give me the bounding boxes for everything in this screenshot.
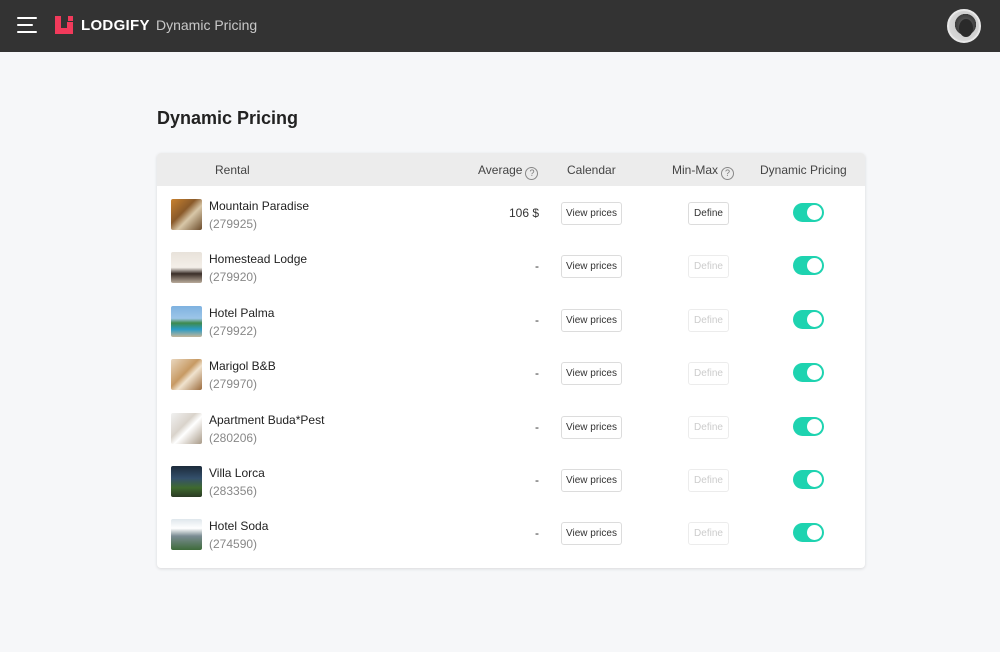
header-average: Average? [478, 163, 539, 180]
view-prices-button[interactable]: View prices [561, 202, 622, 225]
rental-id: (274590) [209, 537, 258, 552]
view-prices-button[interactable]: View prices [561, 469, 622, 492]
menu-icon[interactable] [17, 17, 37, 33]
toggle-knob [807, 311, 822, 327]
header-rental: Rental [215, 163, 250, 177]
average-price: - [535, 473, 539, 487]
table-row: Marigol B&B (279970) - View prices Defin… [157, 346, 865, 399]
rental-thumbnail[interactable] [171, 519, 202, 551]
rental-thumbnail[interactable] [171, 412, 202, 444]
toggle-knob [807, 525, 822, 541]
define-min-max-button[interactable]: Define [688, 308, 729, 332]
header-calendar: Calendar [567, 163, 616, 177]
define-min-max-button[interactable]: Define [688, 202, 729, 225]
average-price: - [535, 419, 539, 434]
rental-id: (279922) [209, 323, 258, 338]
rental-id: (279920) [209, 270, 258, 285]
dynamic-pricing-toggle[interactable] [793, 363, 824, 383]
dynamic-pricing-toggle[interactable] [793, 309, 824, 329]
view-prices-button[interactable]: View prices [561, 308, 622, 332]
table-row: Homestead Lodge (279920) - View prices D… [157, 239, 865, 292]
average-price: 106 $ [508, 206, 539, 220]
header-min-max: Min-Max? [672, 163, 735, 180]
rental-name[interactable]: Villa Lorca [209, 466, 265, 480]
rental-id: (283356) [209, 484, 258, 498]
rental-thumbnail[interactable] [171, 466, 202, 497]
section-title: Dynamic Pricing [156, 17, 258, 33]
view-prices-button[interactable]: View prices [561, 415, 622, 439]
rentals-table: Rental Average? Calendar Min-Max? Dynami… [157, 153, 865, 568]
average-price: - [535, 366, 539, 381]
rental-id: (279970) [209, 377, 258, 392]
define-min-max-button[interactable]: Define [688, 469, 729, 492]
view-prices-button[interactable]: View prices [561, 255, 622, 279]
table-row: Hotel Soda (274590) - View prices Define [157, 506, 865, 559]
rental-thumbnail[interactable] [171, 199, 202, 230]
brand-name: LODGIFY [81, 16, 150, 34]
help-icon[interactable]: ? [525, 167, 539, 180]
dynamic-pricing-toggle[interactable] [793, 203, 824, 222]
logo-icon [55, 16, 73, 34]
dynamic-pricing-toggle[interactable] [793, 416, 824, 436]
view-prices-button[interactable]: View prices [561, 522, 622, 546]
toggle-knob [807, 472, 822, 487]
table-header: Rental Average? Calendar Min-Max? Dynami… [157, 153, 865, 186]
table-row: Mountain Paradise (279925) 106 $ View pr… [157, 186, 865, 239]
header-dynamic-pricing: Dynamic Pricing [760, 163, 847, 177]
rental-name[interactable]: Hotel Palma [209, 306, 274, 320]
average-price: - [535, 312, 539, 327]
rental-name[interactable]: Hotel Soda [209, 519, 268, 533]
define-min-max-button[interactable]: Define [688, 255, 729, 279]
rental-name[interactable]: Apartment Buda*Pest [209, 413, 324, 427]
table-row: Villa Lorca (283356) - View prices Defin… [157, 453, 865, 506]
dynamic-pricing-toggle[interactable] [793, 523, 824, 543]
rental-thumbnail[interactable] [171, 252, 202, 284]
toggle-knob [807, 205, 822, 220]
toggle-knob [807, 418, 822, 434]
header-average-label: Average [478, 163, 523, 177]
define-min-max-button[interactable]: Define [688, 362, 729, 386]
user-avatar[interactable] [947, 9, 981, 43]
rental-name[interactable]: Marigol B&B [209, 359, 276, 373]
rental-thumbnail[interactable] [171, 305, 202, 337]
define-min-max-button[interactable]: Define [688, 522, 729, 546]
rental-name[interactable]: Mountain Paradise [209, 199, 309, 213]
toggle-knob [807, 258, 822, 274]
dynamic-pricing-toggle[interactable] [793, 470, 824, 489]
brand-logo[interactable]: LODGIFY [55, 16, 150, 34]
average-price: - [535, 526, 539, 541]
view-prices-button[interactable]: View prices [561, 362, 622, 386]
rental-id: (279925) [209, 217, 258, 231]
rental-name[interactable]: Homestead Lodge [209, 252, 307, 266]
top-bar: LODGIFY Dynamic Pricing [0, 0, 1000, 52]
rental-id: (280206) [209, 430, 258, 445]
dynamic-pricing-toggle[interactable] [793, 256, 824, 276]
page-title: Dynamic Pricing [157, 108, 299, 128]
rental-thumbnail[interactable] [171, 359, 202, 391]
define-min-max-button[interactable]: Define [688, 415, 729, 439]
toggle-knob [807, 365, 822, 381]
table-row: Hotel Palma (279922) - View prices Defin… [157, 293, 865, 346]
average-price: - [535, 259, 539, 274]
header-min-max-label: Min-Max [672, 163, 719, 177]
help-icon[interactable]: ? [721, 167, 735, 180]
table-row: Apartment Buda*Pest (280206) - View pric… [157, 400, 865, 453]
